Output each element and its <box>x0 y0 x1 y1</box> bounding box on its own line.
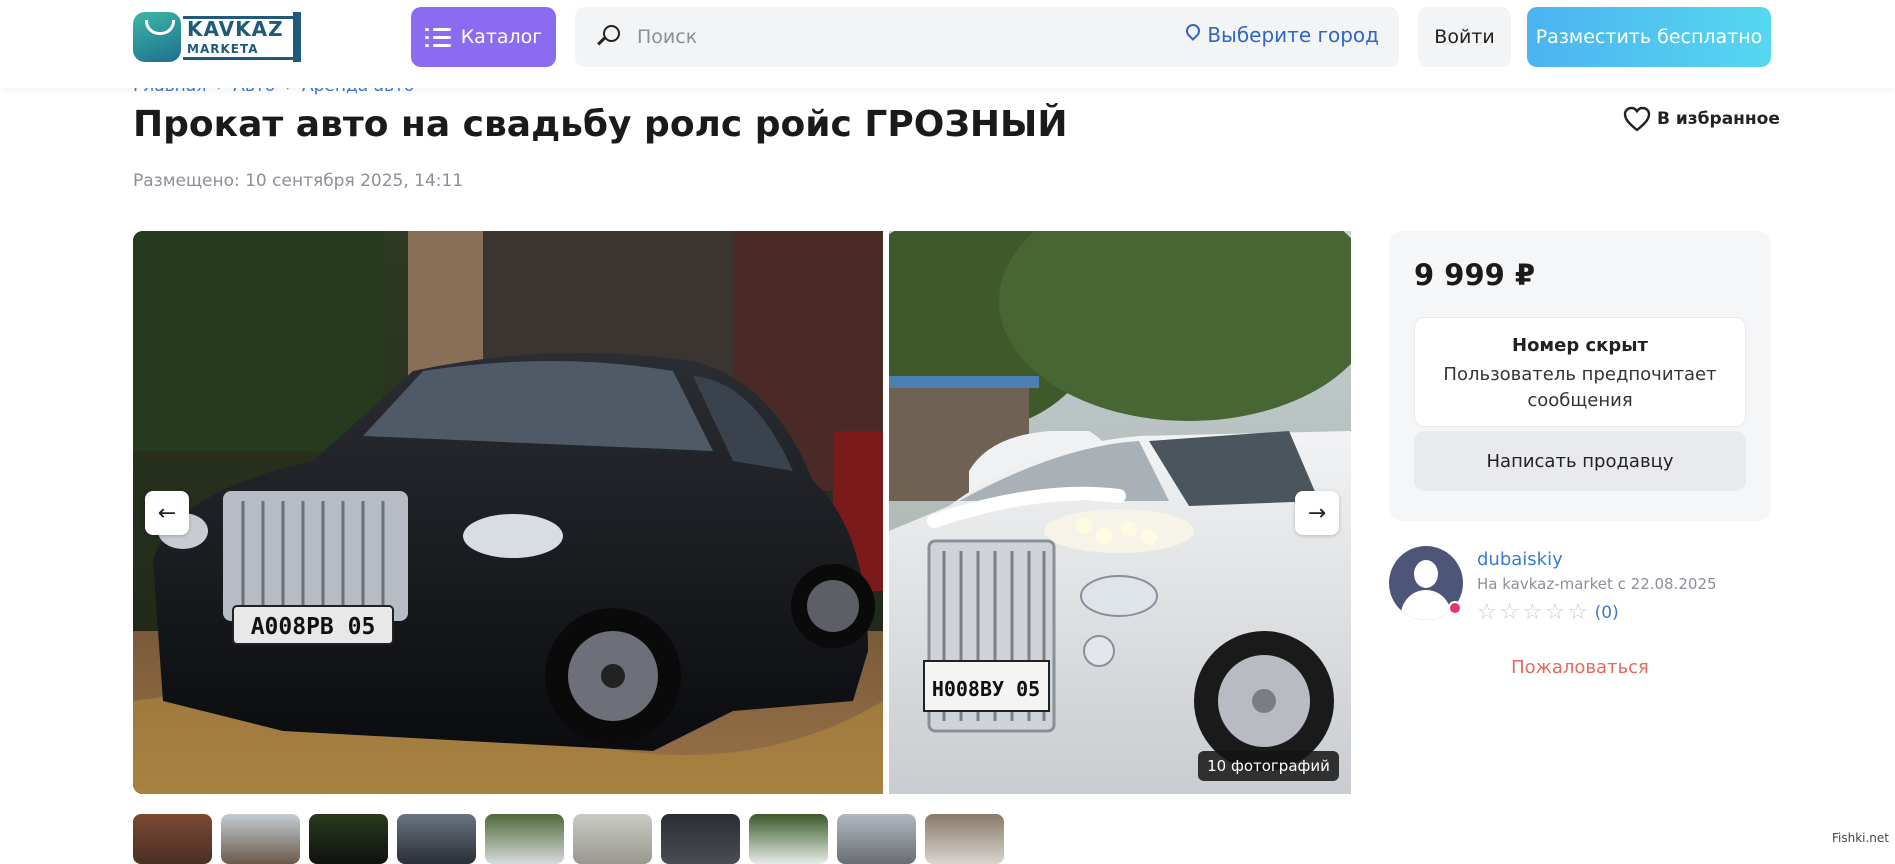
heart-icon <box>1623 106 1651 132</box>
seller-name-link[interactable]: dubaiskiy <box>1477 549 1563 570</box>
arrow-left-icon: ← <box>158 501 176 526</box>
thumbnail-strip <box>133 814 1004 864</box>
gallery-prev-button[interactable]: ← <box>145 491 189 535</box>
thumbnail[interactable] <box>749 814 828 864</box>
photo-count-badge: 10 фотографий <box>1198 751 1339 781</box>
hidden-phone-notice: Номер скрыт Пользователь предпочитает со… <box>1414 317 1746 427</box>
thumbnail[interactable] <box>925 814 1004 864</box>
watermark: Fishki.net <box>1832 831 1889 845</box>
report-link[interactable]: Пожаловаться <box>1389 657 1771 678</box>
logo-bag-icon <box>133 12 181 62</box>
license-plate-2: Н008ВУ 05 <box>932 677 1040 701</box>
star-icon: ☆ <box>1500 600 1520 625</box>
hidden-phone-title: Номер скрыт <box>1415 335 1745 356</box>
thumbnail[interactable] <box>573 814 652 864</box>
search-input[interactable] <box>637 21 1137 53</box>
online-status-dot <box>1448 601 1462 615</box>
hidden-phone-text: Пользователь предпочитает сообщения <box>1415 362 1745 414</box>
favorites-label: В избранное <box>1657 109 1780 129</box>
thumbnail[interactable] <box>133 814 212 864</box>
seller-since: На kavkaz-market с 22.08.2025 <box>1477 575 1717 593</box>
license-plate-1: А008РВ 05 <box>251 614 376 640</box>
star-icon: ☆ <box>1545 600 1565 625</box>
write-seller-button[interactable]: Написать продавцу <box>1414 431 1746 491</box>
search-icon <box>597 23 623 49</box>
post-ad-button[interactable]: Разместить бесплатно <box>1527 7 1771 67</box>
price-card: 9 999 ₽ Номер скрыт Пользователь предпоч… <box>1389 231 1771 521</box>
star-icon: ☆ <box>1568 600 1588 625</box>
thumbnail[interactable] <box>485 814 564 864</box>
site-logo[interactable]: KAVKAZ MARKETA <box>133 12 303 62</box>
search-bar: Выберите город <box>575 7 1399 67</box>
listing-photo-main[interactable]: А008РВ 05 <box>133 231 883 794</box>
catalog-label: Каталог <box>461 26 543 48</box>
price: 9 999 ₽ <box>1414 258 1535 292</box>
listing-photo-second[interactable]: Н008ВУ 05 <box>889 231 1351 794</box>
add-to-favorites-button[interactable]: В избранное <box>1623 106 1780 132</box>
thumbnail[interactable] <box>837 814 916 864</box>
posted-date: Размещено: 10 сентября 2025, 14:11 <box>133 171 463 191</box>
thumbnail[interactable] <box>661 814 740 864</box>
seller-rating: ☆ ☆ ☆ ☆ ☆ (0) <box>1477 600 1619 625</box>
login-button[interactable]: Войти <box>1418 7 1511 67</box>
review-count-link[interactable]: (0) <box>1595 603 1619 623</box>
city-label: Выберите город <box>1207 23 1379 47</box>
star-icon: ☆ <box>1477 600 1497 625</box>
thumbnail[interactable] <box>309 814 388 864</box>
site-header: KAVKAZ MARKETA Каталог Выберите город Во… <box>0 0 1895 88</box>
thumbnail[interactable] <box>221 814 300 864</box>
catalog-button[interactable]: Каталог <box>411 7 556 67</box>
city-selector[interactable]: Выберите город <box>1185 23 1379 47</box>
gallery-next-button[interactable]: → <box>1295 491 1339 535</box>
star-icon: ☆ <box>1522 600 1542 625</box>
list-icon <box>425 26 451 48</box>
arrow-right-icon: → <box>1308 501 1326 526</box>
seller-info: dubaiskiy На kavkaz-market с 22.08.2025 … <box>1389 546 1771 626</box>
logo-text-line2: MARKETA <box>187 42 259 56</box>
logo-text-line1: KAVKAZ <box>187 17 284 41</box>
thumbnail[interactable] <box>397 814 476 864</box>
location-pin-icon <box>1185 24 1201 46</box>
page-title: Прокат авто на свадьбу ролс ройс ГРОЗНЫЙ <box>133 104 1067 145</box>
